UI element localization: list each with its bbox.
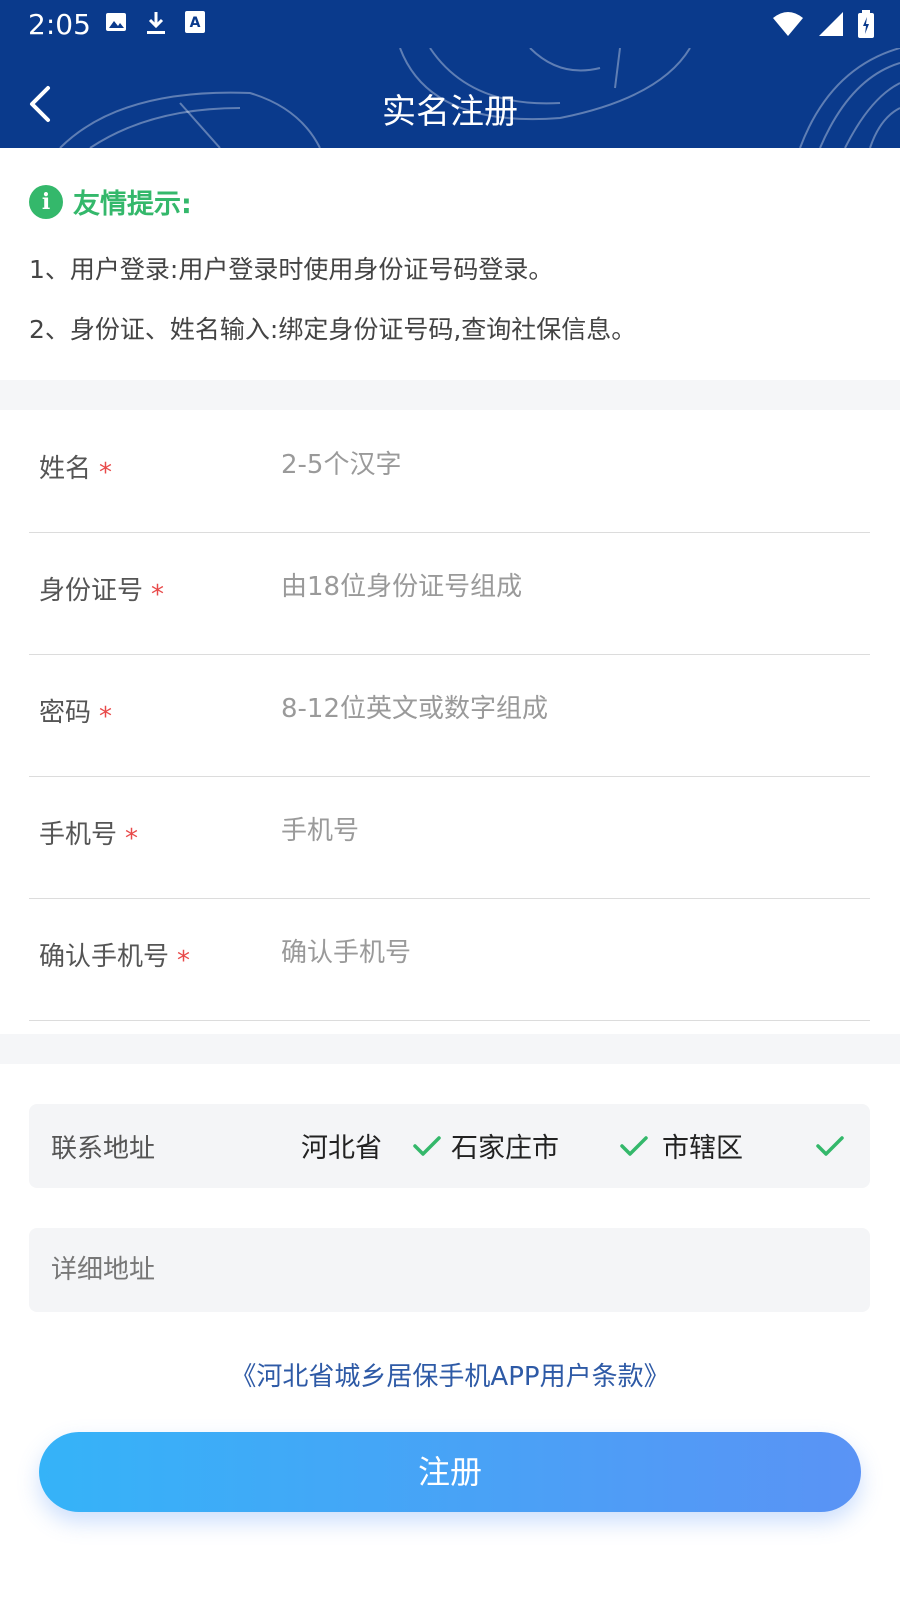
form-row-confirm-phone: 确认手机号 * [29,898,870,1021]
required-mark: * [177,946,191,976]
label-text: 密码 [39,698,92,728]
signal-icon [819,12,843,36]
label-text: 姓名 [39,454,92,484]
tip-line: 1、用户登录:用户登录时使用身份证号码登录。 [29,255,554,284]
label-text: 确认手机号 [39,942,170,972]
province-select[interactable]: 河北省 [301,1126,442,1165]
image-icon [106,13,126,31]
required-mark: * [99,458,113,488]
tips-header: i 友情提示: [29,182,192,221]
form-label: 密码 * [39,692,113,732]
name-input[interactable] [281,440,841,490]
tips-title: 友情提示: [73,189,192,220]
register-button[interactable]: 注册 [39,1432,861,1512]
wifi-icon [773,12,803,36]
form-row-password: 密码 * [29,654,870,777]
system-icons [772,10,874,38]
contact-address-row: 联系地址 河北省 石家庄市 市辖区 [29,1104,870,1188]
id-number-input[interactable] [281,562,841,612]
form-row-name: 姓名 * [29,410,870,533]
terms-link[interactable]: 《河北省城乡居保手机APP用户条款》 [0,1356,900,1393]
province-value: 河北省 [301,1133,382,1164]
city-select[interactable]: 石家庄市 [451,1126,649,1165]
section-divider [0,1034,900,1064]
download-icon [147,12,165,34]
svg-text:A: A [190,15,201,31]
info-icon: i [29,184,63,219]
city-value: 石家庄市 [451,1133,559,1164]
password-input[interactable] [281,684,841,734]
status-time: 2:05 [28,8,91,41]
confirm-phone-input[interactable] [281,928,841,978]
status-bar: 2:05 A [0,0,900,48]
form-label: 手机号 * [39,814,139,854]
required-mark: * [99,702,113,732]
battery-icon [858,10,874,38]
form-row-id-number: 身份证号 * [29,532,870,655]
address-label: 联系地址 [51,1134,156,1164]
detail-address-input[interactable] [51,1244,841,1296]
label-text: 手机号 [39,820,118,850]
form-row-phone: 手机号 * [29,776,870,899]
app-a-icon: A [185,11,205,33]
required-mark: * [151,580,165,610]
district-select[interactable]: 市辖区 [662,1126,845,1165]
phone-input[interactable] [281,806,841,856]
tips-section: i 友情提示: 1、用户登录:用户登录时使用身份证号码登录。 2、身份证、姓名输… [0,148,900,380]
district-value: 市辖区 [662,1133,743,1164]
required-mark: * [125,824,139,854]
form-label: 姓名 * [39,448,113,488]
form-label: 身份证号 * [39,570,165,610]
tip-line: 2、身份证、姓名输入:绑定身份证号码,查询社保信息。 [29,315,637,344]
notification-icons: A [104,10,206,36]
form-label: 确认手机号 * [39,936,191,976]
check-icon [413,1135,441,1156]
check-icon [816,1135,844,1156]
detail-address-row [29,1228,870,1312]
label-text: 身份证号 [39,576,144,606]
app-header: 实名注册 [0,48,900,148]
check-icon [620,1135,648,1156]
page-title: 实名注册 [382,92,518,132]
section-divider [0,380,900,410]
